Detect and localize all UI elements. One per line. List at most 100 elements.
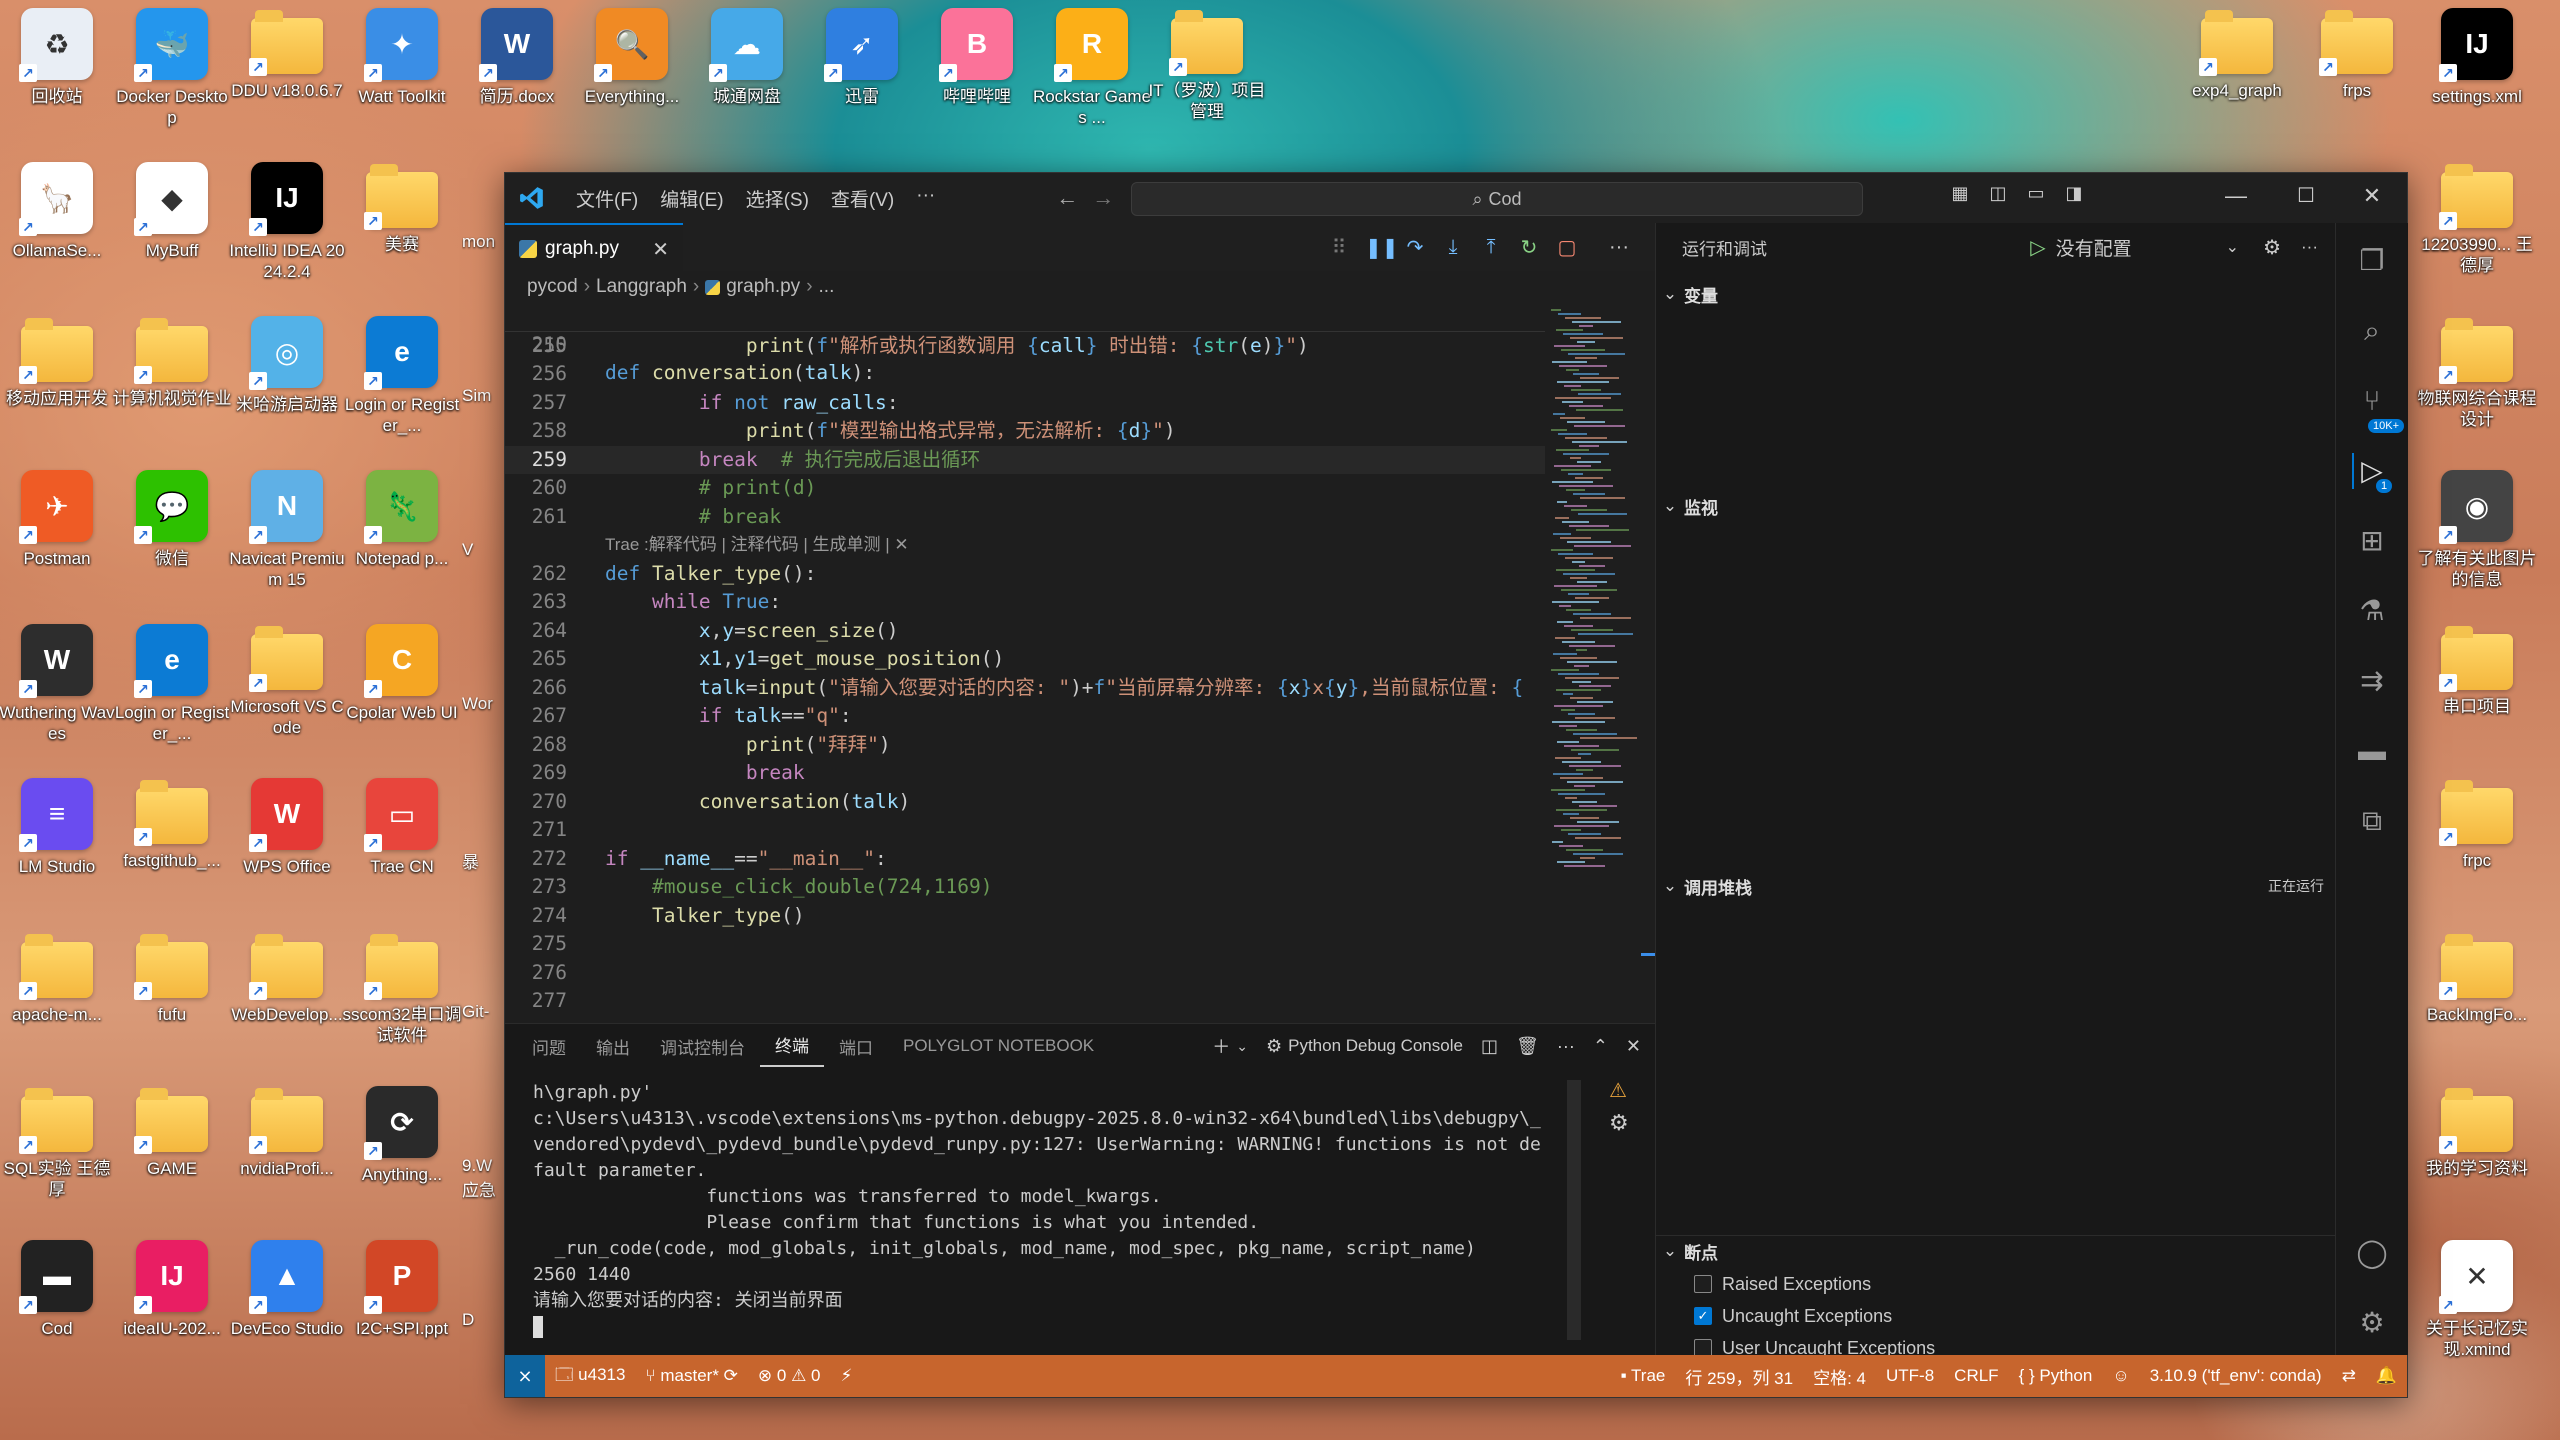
gear-icon[interactable]: ⚙ xyxy=(2263,235,2281,260)
desktop-icon[interactable]: ↗ 串口项目 xyxy=(2422,616,2532,764)
back-arrow-icon[interactable]: ← xyxy=(1056,185,1078,211)
breakpoint-checkbox[interactable] xyxy=(1694,1275,1712,1293)
panel-tab[interactable]: 调试控制台 xyxy=(645,1034,760,1059)
desktop-icon[interactable]: ➶ ↗ 迅雷 xyxy=(807,0,917,148)
desktop-icon[interactable]: ◆ ↗ MyBuff xyxy=(117,154,227,302)
step-out-icon[interactable]: ⤒ xyxy=(1479,236,1503,259)
menu-item[interactable]: 文件(F) xyxy=(565,185,649,212)
status-broadcast-icon[interactable]: ⇄ xyxy=(2332,1366,2366,1386)
code-line[interactable]: 258 print(f"模型输出格式异常，无法解析: {d}") xyxy=(505,417,1545,445)
desktop-icon[interactable]: IJ ↗ settings.xml xyxy=(2422,0,2532,148)
code-line[interactable]: 272 if __name__=="__main__": xyxy=(505,845,1545,873)
code-line[interactable]: 259 break # 执行完成后退出循环 xyxy=(505,445,1545,474)
toggle-primary-sidebar-icon[interactable]: ◫ xyxy=(1983,183,2013,204)
terminal-scrollbar[interactable] xyxy=(1567,1080,1581,1340)
menu-item[interactable]: 编辑(E) xyxy=(649,185,734,212)
code-line[interactable]: 274 Talker_type() xyxy=(505,902,1545,930)
section-variables[interactable]: ⌄ 变量 xyxy=(1656,279,2336,309)
tab-graph-py[interactable]: graph.py ✕ xyxy=(505,223,683,273)
desktop-icon[interactable]: W ↗ 简历.docx xyxy=(462,0,572,148)
status-user[interactable]: 🗔 u4313 xyxy=(545,1362,635,1391)
vscode-logo-icon[interactable] xyxy=(519,185,545,211)
maximize-panel-icon[interactable]: ⌃ xyxy=(1593,1036,1608,1057)
status-interpreter[interactable]: 3.10.9 ('tf_env': conda) xyxy=(2140,1366,2332,1386)
desktop-icon[interactable]: ◉ ↗ 了解有关此图片的信息 xyxy=(2418,462,2537,610)
terminal-name[interactable]: Python Debug Console xyxy=(1288,1036,1463,1056)
breadcrumb-file[interactable]: graph.py xyxy=(726,276,800,298)
desktop-icon[interactable]: ↗ sscom32串口调试软件 xyxy=(342,924,462,1072)
breadcrumb-folder[interactable]: pycod xyxy=(527,276,578,298)
code-line[interactable]: 276 xyxy=(505,959,1545,987)
desktop-icon[interactable]: N ↗ Navicat Premium 15 xyxy=(229,462,345,610)
desktop-icon[interactable]: ↗ 物联网综合课程设计 xyxy=(2418,308,2537,456)
desktop-icon[interactable]: ↗ Microsoft VS Code xyxy=(230,616,344,764)
code-line[interactable]: 263 while True: xyxy=(505,588,1545,616)
trae-code-lens[interactable]: Trae :解释代码 | 注释代码 | 生成单测 | ✕ xyxy=(605,531,909,559)
step-into-icon[interactable]: ⤓ xyxy=(1441,236,1465,259)
desktop-icon[interactable]: ↗ exp4_graph xyxy=(2182,0,2292,148)
desktop-icon[interactable]: ↗ 计算机视觉作业 xyxy=(113,308,232,456)
more-actions-icon[interactable]: ··· xyxy=(1607,236,1631,259)
desktop-icon[interactable]: ↗ BackImgFo... xyxy=(2422,924,2532,1072)
status-debug-icon[interactable]: ⚡ xyxy=(831,1366,863,1386)
status-encoding[interactable]: UTF-8 xyxy=(1876,1366,1944,1386)
panel-tab[interactable]: 输出 xyxy=(581,1034,645,1059)
menu-item[interactable]: 查看(V) xyxy=(820,185,905,212)
split-terminal-icon[interactable]: ◫ xyxy=(1481,1036,1498,1057)
toggle-secondary-sidebar-icon[interactable]: ◨ xyxy=(2059,183,2089,204)
desktop-icon[interactable]: R ↗ Rockstar Games ... xyxy=(1033,0,1151,148)
status-problems[interactable]: ⊗ 0 ⚠ 0 xyxy=(748,1366,831,1386)
source-control-icon[interactable]: ⑂ xyxy=(2354,383,2390,419)
sticky-scroll-line[interactable]: 210 def conversation(talk): xyxy=(505,303,1545,384)
breakpoint-item[interactable]: ✓ Uncaught Exceptions xyxy=(1694,1301,1892,1331)
desktop-icon[interactable]: ↗ IT（罗波）项目管理 xyxy=(1148,0,1266,148)
desktop-icon[interactable]: 🐳 ↗ Docker Desktop xyxy=(116,0,228,148)
desktop-icon[interactable]: ↗ 美赛 xyxy=(347,154,457,302)
start-debug-icon[interactable]: ▷ xyxy=(2030,235,2045,260)
desktop-icon[interactable]: ↗ SQL实验 王德厚 xyxy=(2,1078,112,1226)
desktop-icon[interactable]: ↗ fastgithub_... xyxy=(117,770,227,918)
desktop-icon[interactable]: ↗ GAME xyxy=(117,1078,227,1226)
desktop-icon[interactable]: ♻ ↗ 回收站 xyxy=(2,0,112,148)
desktop-icon[interactable]: ✦ ↗ Watt Toolkit xyxy=(347,0,457,148)
menu-item[interactable]: ··· xyxy=(905,185,946,212)
desktop-icon[interactable]: ▲ ↗ DevEco Studio xyxy=(231,1232,343,1380)
desktop-icon-label[interactable]: mon xyxy=(462,232,506,252)
panel-tab[interactable]: POLYGLOT NOTEBOOK xyxy=(888,1036,1109,1056)
notifications-bell-icon[interactable]: 🔔 xyxy=(2366,1366,2407,1386)
desktop-icon[interactable]: ↗ fufu xyxy=(117,924,227,1072)
status-eol[interactable]: CRLF xyxy=(1944,1366,2008,1386)
search-icon[interactable]: ⌕ xyxy=(2354,313,2390,349)
code-line[interactable]: 268 print("拜拜") xyxy=(505,731,1545,759)
code-line[interactable]: 257 if not raw_calls: xyxy=(505,389,1545,417)
desktop-icon[interactable]: ↗ frpc xyxy=(2422,770,2532,918)
desktop-icon[interactable]: B ↗ 哔哩哔哩 xyxy=(922,0,1032,148)
desktop-icon[interactable]: W ↗ Wuthering Waves xyxy=(0,616,115,764)
toggle-panel-icon[interactable]: ▭ xyxy=(2021,183,2051,204)
desktop-icon-label[interactable]: Sim xyxy=(462,386,506,406)
code-line[interactable]: 261 # break xyxy=(505,503,1545,531)
desktop-icon[interactable]: ↗ 移动应用开发 xyxy=(2,308,112,456)
code-editor[interactable]: 210 def conversation(talk): 255 print(f"… xyxy=(505,303,1545,1023)
section-breakpoints[interactable]: ⌄ 断点 xyxy=(1656,1235,2336,1266)
warning-icon[interactable]: ⚠ xyxy=(1609,1078,1627,1103)
desktop-icon[interactable]: ◎ ↗ 米哈游启动器 xyxy=(232,308,342,456)
explorer-icon[interactable]: ❐ xyxy=(2354,243,2390,279)
status-branch[interactable]: ⑂ master* ⟳ xyxy=(635,1366,747,1386)
desktop-icon-label[interactable]: D xyxy=(462,1310,506,1330)
code-line[interactable]: 255 print(f"解析或执行函数调用 {call} 时出错: {str(e… xyxy=(505,332,1545,360)
status-trae[interactable]: ▪ Trae xyxy=(1611,1366,1676,1386)
section-watch[interactable]: ⌄ 监视 xyxy=(1656,491,2336,521)
desktop-icon[interactable]: ✕ ↗ 关于长记忆实现.xmind xyxy=(2422,1232,2532,1380)
code-line[interactable]: 267 if talk=="q": xyxy=(505,702,1545,730)
status-indent[interactable]: 空格: 4 xyxy=(1803,1364,1876,1389)
panel-tab[interactable]: 问题 xyxy=(517,1034,581,1059)
code-line[interactable]: 277 xyxy=(505,987,1545,1015)
debug-icon[interactable]: ⚙ xyxy=(1609,1110,1629,1136)
desktop-icon[interactable]: P ↗ I2C+SPI.ppt xyxy=(347,1232,457,1380)
desktop-icon[interactable]: C ↗ Cpolar Web UI xyxy=(346,616,458,764)
breakpoint-item[interactable]: Raised Exceptions xyxy=(1694,1269,1871,1299)
code-line[interactable]: 270 conversation(talk) xyxy=(505,788,1545,816)
new-terminal-icon[interactable]: ＋ xyxy=(1212,1033,1230,1059)
desktop-icon[interactable]: 🦙 ↗ OllamaSe... xyxy=(2,154,112,302)
